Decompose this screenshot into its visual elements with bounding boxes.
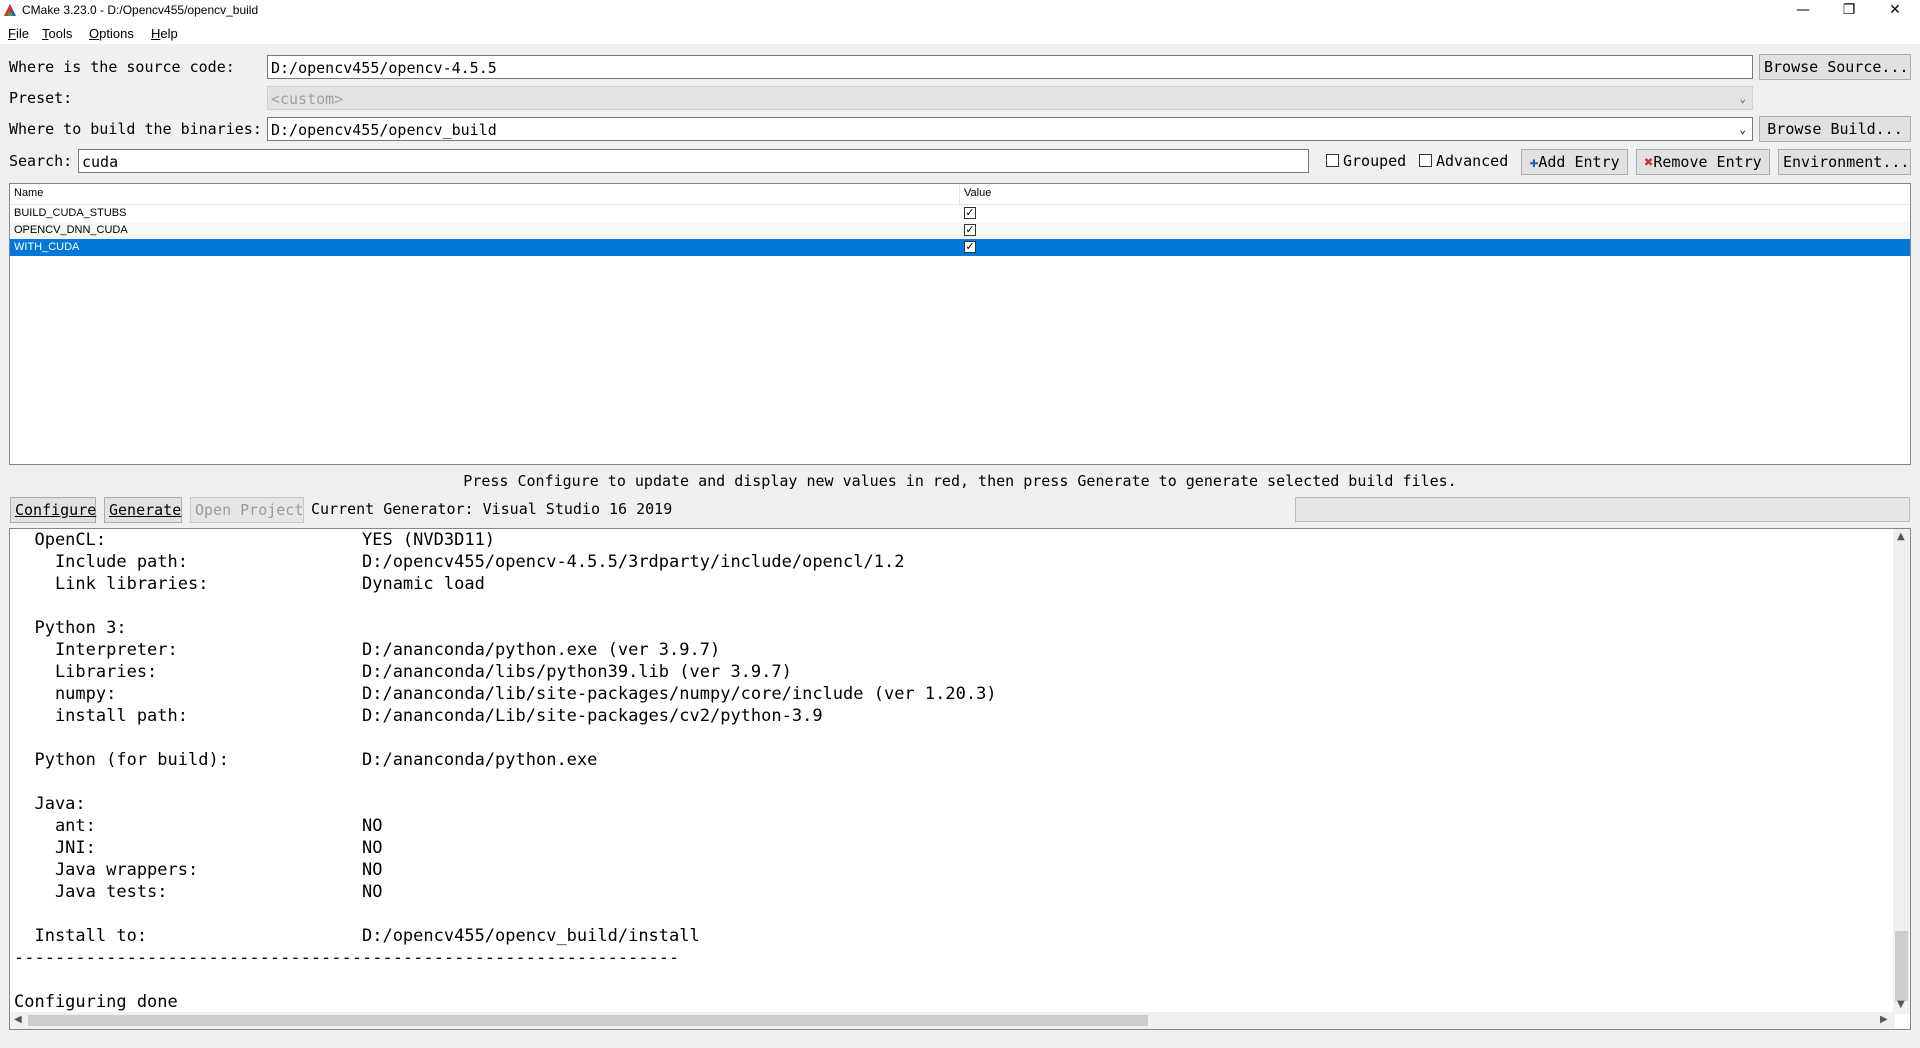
remove-icon: ✖ <box>1644 153 1654 171</box>
preset-label: Preset: <box>9 89 73 107</box>
status-bar <box>0 1036 1920 1048</box>
chevron-down-icon: ⌄ <box>1739 92 1746 105</box>
table-row[interactable]: OPENCV_DNN_CUDA ✓ <box>10 222 1910 239</box>
grouped-checkbox[interactable]: Grouped <box>1326 152 1406 170</box>
checkbox-icon <box>1326 154 1339 167</box>
menu-tools[interactable]: Tools <box>42 26 72 41</box>
entry-name: BUILD_CUDA_STUBS <box>14 207 127 219</box>
log-line: Link libraries: Dynamic load <box>14 574 485 594</box>
minimize-icon: — <box>1796 2 1810 18</box>
log-line: Java tests: NO <box>14 882 383 902</box>
log-line: Python (for build): D:/ananconda/python.… <box>14 750 598 770</box>
log-line: Configuring done <box>14 992 178 1012</box>
table-row-selected[interactable]: WITH_CUDA ✓ <box>10 239 1910 256</box>
add-entry-button[interactable]: ✚Add Entry <box>1521 149 1628 175</box>
menu-options[interactable]: Options <box>89 26 134 41</box>
menu-bar: File Tools Options Help <box>0 22 1920 44</box>
entry-name: OPENCV_DNN_CUDA <box>14 224 128 236</box>
column-header-value[interactable]: Value <box>964 187 991 199</box>
source-path-input[interactable]: D:/opencv455/opencv-4.5.5 <box>267 55 1753 79</box>
remove-entry-button[interactable]: ✖Remove Entry <box>1636 149 1770 175</box>
column-divider[interactable] <box>959 184 960 204</box>
column-header-name[interactable]: Name <box>14 187 43 199</box>
search-input[interactable]: cuda <box>78 149 1309 173</box>
scroll-left-icon[interactable]: ◀ <box>14 1014 22 1025</box>
scroll-right-icon[interactable]: ▶ <box>1880 1014 1888 1025</box>
environment-button[interactable]: Environment... <box>1778 149 1911 175</box>
configure-hint-text: Press Configure to update and display ne… <box>463 472 1457 490</box>
maximize-button[interactable]: ❐ <box>1826 0 1872 22</box>
search-label: Search: <box>9 152 73 170</box>
log-line: OpenCL: YES (NVD3D11) <box>14 530 496 550</box>
binaries-label: Where to build the binaries: <box>9 120 262 138</box>
chevron-down-icon[interactable]: ⌄ <box>1739 118 1746 142</box>
entry-name: WITH_CUDA <box>14 241 80 253</box>
menu-help[interactable]: Help <box>151 26 178 41</box>
log-line: Java wrappers: NO <box>14 860 383 880</box>
source-label: Where is the source code: <box>9 58 235 76</box>
log-line: ant: NO <box>14 816 383 836</box>
output-text: OpenCL: YES (NVD3D11) Include path: D:/o… <box>14 529 997 1013</box>
vertical-scrollbar[interactable]: ▲ ▼ <box>1893 529 1910 1014</box>
log-line: install path: D:/ananconda/Lib/site-pack… <box>14 706 823 726</box>
table-row[interactable]: BUILD_CUDA_STUBS ✓ <box>10 205 1910 222</box>
advanced-checkbox[interactable]: Advanced <box>1419 152 1508 170</box>
checkbox-icon <box>1419 154 1432 167</box>
configure-button[interactable]: Configure <box>10 497 96 523</box>
log-line: numpy: D:/ananconda/lib/site-packages/nu… <box>14 684 997 704</box>
log-line: ----------------------------------------… <box>14 948 680 968</box>
entry-value-checkbox[interactable]: ✓ <box>964 241 976 253</box>
entry-value-checkbox[interactable]: ✓ <box>964 224 976 236</box>
output-log[interactable]: OpenCL: YES (NVD3D11) Include path: D:/o… <box>9 528 1911 1030</box>
browse-build-button[interactable]: Browse Build... <box>1759 116 1911 142</box>
minimize-button[interactable]: — <box>1780 0 1826 22</box>
horizontal-scroll-thumb[interactable] <box>28 1015 1148 1026</box>
horizontal-scrollbar[interactable]: ◀ ▶ <box>10 1012 1895 1029</box>
cmake-logo-icon <box>4 4 16 16</box>
log-line: Include path: D:/opencv455/opencv-4.5.5/… <box>14 552 905 572</box>
scroll-up-icon[interactable]: ▲ <box>1897 531 1905 542</box>
table-header: Name Value <box>10 184 1910 205</box>
menu-file[interactable]: File <box>8 26 29 41</box>
vertical-scroll-thumb[interactable] <box>1895 931 1908 1001</box>
preset-value: <custom> <box>271 90 344 108</box>
maximize-icon: ❐ <box>1842 2 1856 18</box>
progress-bar <box>1295 497 1910 522</box>
close-icon: ✕ <box>1889 2 1901 18</box>
browse-source-button[interactable]: Browse Source... <box>1759 54 1911 80</box>
preset-dropdown: <custom> ⌄ <box>267 86 1753 110</box>
cache-entries-table[interactable]: Name Value BUILD_CUDA_STUBS ✓ OPENCV_DNN… <box>9 183 1911 465</box>
current-generator-label: Current Generator: Visual Studio 16 2019 <box>311 500 673 518</box>
close-button[interactable]: ✕ <box>1872 0 1918 22</box>
generate-button[interactable]: Generate <box>104 497 182 523</box>
log-line: Install to: D:/opencv455/opencv_build/in… <box>14 926 700 946</box>
log-line: JNI: NO <box>14 838 383 858</box>
scroll-down-icon[interactable]: ▼ <box>1897 999 1905 1010</box>
binaries-path-value: D:/opencv455/opencv_build <box>271 121 497 139</box>
log-line: Java: <box>14 794 86 814</box>
log-line: Python 3: <box>14 618 127 638</box>
log-line: Interpreter: D:/ananconda/python.exe (ve… <box>14 640 721 660</box>
entry-value-checkbox[interactable]: ✓ <box>964 207 976 219</box>
binaries-path-input[interactable]: D:/opencv455/opencv_build ⌄ <box>267 117 1753 141</box>
title-bar: CMake 3.23.0 - D:/Opencv455/opencv_build… <box>0 0 1920 22</box>
window-title: CMake 3.23.0 - D:/Opencv455/opencv_build <box>22 3 259 17</box>
log-line: Libraries: D:/ananconda/libs/python39.li… <box>14 662 792 682</box>
open-project-button: Open Project <box>190 497 304 523</box>
